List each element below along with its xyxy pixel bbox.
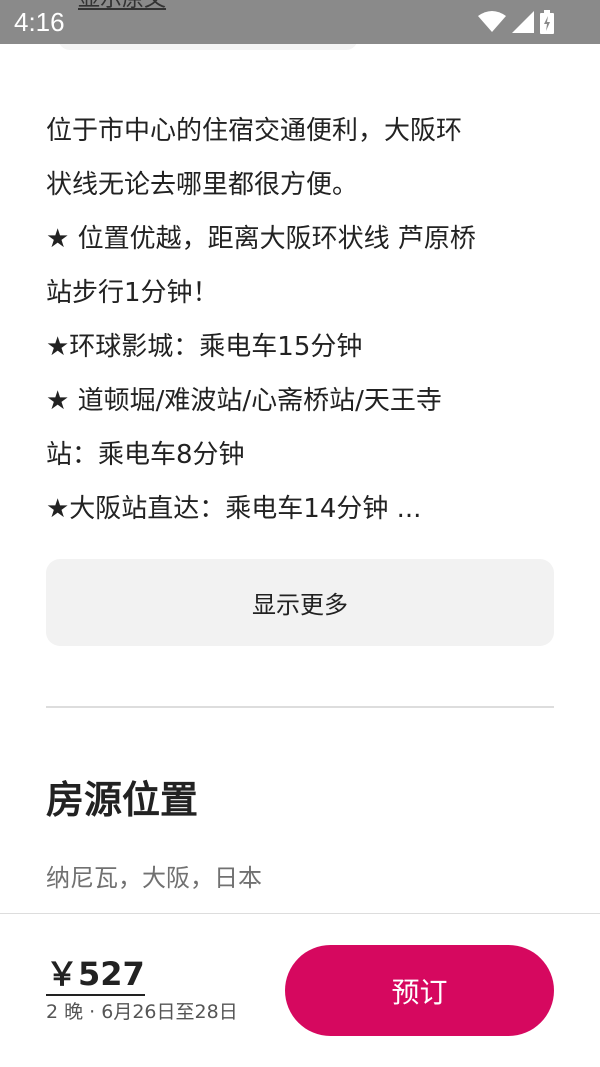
booking-bar: ￥527 2 晚 · 6月26日至28日 预订 [0, 913, 600, 1067]
description-line: 状线无论去哪里都很方便。 [46, 170, 359, 200]
description-line: ★大阪站直达：乘电车14分钟 ... [46, 494, 422, 524]
status-time: 4:16 [14, 7, 65, 37]
booking-dates: 2 晚 · 6月26日至28日 [46, 1001, 238, 1023]
show-original-link[interactable]: 显示原文 [78, 0, 166, 14]
wifi-icon [478, 11, 506, 32]
show-more-button[interactable]: 显示更多 [46, 559, 554, 646]
listing-description: 位于市中心的住宿交通便利，大阪环 状线无论去哪里都很方便。 ★ 位置优越，距离大… [46, 104, 556, 536]
status-icons [478, 10, 554, 34]
price-link[interactable]: ￥527 [46, 954, 145, 996]
description-line: ★环球影城：乘电车15分钟 [46, 332, 363, 362]
book-button[interactable]: 预订 [285, 945, 554, 1036]
description-line: 站步行1分钟！ [46, 278, 219, 308]
location-text: 纳尼瓦，大阪，日本 [46, 864, 262, 892]
location-section-title: 房源位置 [46, 778, 199, 822]
section-divider [46, 706, 554, 708]
description-line: 站：乘电车8分钟 [46, 440, 245, 470]
description-line: ★ 道顿堀/难波站/心斋桥站/天王寺 [46, 386, 442, 416]
description-line: 位于市中心的住宿交通便利，大阪环 [46, 116, 463, 146]
signal-icon [512, 11, 534, 33]
description-line: ★ 位置优越，距离大阪环状线 芦原桥 [46, 224, 476, 254]
battery-icon [540, 10, 554, 34]
